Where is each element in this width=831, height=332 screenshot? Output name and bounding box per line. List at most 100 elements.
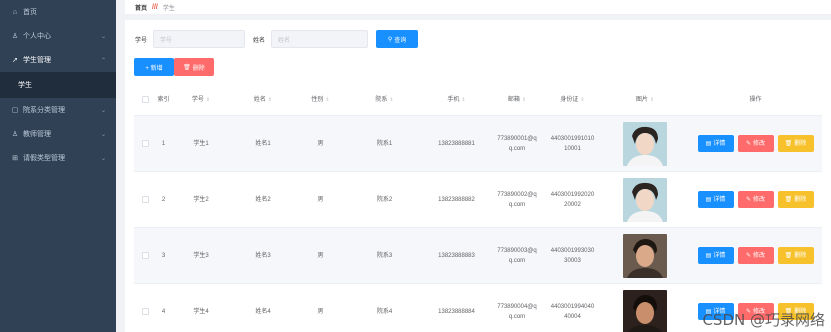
sort-icon: ⇕ [267,96,273,103]
breadcrumb: 首页 /// 学生 [125,0,831,14]
header-xh[interactable]: 学号 ⇕ [171,95,231,105]
home-icon: ⌂ [12,8,18,16]
delete-button[interactable]: 🗑 删除 [777,191,814,208]
student-photo[interactable] [623,233,667,278]
detail-button[interactable]: ▤ 详情 [697,135,734,152]
student-photo[interactable] [623,177,667,222]
watermark: CSDN @巧录网络 [702,311,825,329]
row-checkbox[interactable] [134,252,156,259]
query-button[interactable]: ⚲ 查询 [376,30,419,48]
cell-xb: 男 [317,196,324,203]
delete-button[interactable]: 🗑 删除 [777,247,814,264]
sort-icon: ⇕ [389,96,394,103]
header-sj[interactable]: 手机 ⇕ [423,95,490,105]
header-xb[interactable]: 性别 ⇕ [295,95,346,105]
sidebar-item-department[interactable]: ▢ 院系分类管理 ⌄ [0,98,116,122]
cell-yj: 773890002@q q.com [497,191,537,208]
document-icon: ▤ [705,196,712,203]
header-sfz[interactable]: 身份证 ⇕ [544,95,601,105]
sidebar-item-label: 首页 [23,9,37,16]
sidebar-item-student-mgmt[interactable]: ➚ 学生管理 ⌃ [0,48,116,72]
edit-button[interactable]: ✎ 修改 [737,247,774,264]
submenu-student: 学生 [0,72,116,98]
cell-actions: ▤ 详情 ✎ 修改 🗑 删除 [689,191,822,208]
xm-placeholder: 姓名 [278,37,291,44]
xm-label: 姓名 [253,37,266,44]
detail-button[interactable]: ▤ 详情 [697,247,734,264]
cell-actions: ▤ 详情 ✎ 修改 🗑 删除 [689,247,822,264]
cell-photo [601,177,689,222]
trash-icon: 🗑 [784,252,793,259]
cell-xb: 男 [317,308,324,315]
cell-sj: 13823888883 [438,252,475,259]
xh-placeholder: 学号 [160,37,173,44]
row-checkbox[interactable] [134,308,156,315]
row-checkbox[interactable] [134,140,156,147]
trash-icon: 🗑 [784,140,793,147]
sidebar-item-label: 院系分类管理 [23,107,65,114]
cell-yx: 院系3 [376,252,393,259]
cell-yx: 院系4 [376,308,393,315]
header-xm[interactable]: 姓名 ⇕ [231,95,295,105]
table-row: 2 学生2 姓名2 男 院系2 13823888882 773890002@q q… [134,172,822,228]
add-button[interactable]: + 新增 [134,58,174,76]
sidebar: ⌂ 首页 ♙ 个人中心 ⌄ ➚ 学生管理 ⌃ 学生 ▢ 院系分类管理 ⌄ ♙ 教… [0,0,116,332]
cell-xh: 学生3 [193,252,209,259]
sidebar-item-profile[interactable]: ♙ 个人中心 ⌄ [0,24,116,48]
xm-search-input[interactable]: 姓名 [271,30,369,48]
delete-button[interactable]: 🗑 删除 [777,135,814,152]
header-tp[interactable]: 图片 ⇕ [601,95,689,105]
header-yx[interactable]: 院系 ⇕ [346,95,423,105]
user-icon: ♙ [11,131,19,138]
grid-icon: ⊞ [12,155,18,162]
cell-xm: 姓名4 [255,308,271,315]
cell-yx: 院系2 [376,196,393,203]
cell-sfz: 4403001992020 20002 [550,191,595,208]
sort-icon: ⇕ [649,96,655,103]
edit-button[interactable]: ✎ 修改 [737,135,774,152]
sidebar-item-student[interactable]: 学生 [0,72,116,98]
edit-icon: ✎ [745,140,751,147]
sidebar-item-label: 请假类型管理 [23,155,65,162]
content-panel: 学号 学号 姓名 姓名 ⚲ 查询 + 新增 🗑 删除 索引 学号 ⇕ 姓名 ⇕ … [125,20,831,332]
sidebar-item-teacher[interactable]: ♙ 教师管理 ⌄ [0,122,116,146]
sidebar-item-leave-type[interactable]: ⊞ 请假类型管理 ⌄ [0,146,116,170]
trash-icon: 🗑 [784,196,793,203]
sidebar-item-label: 学生管理 [23,57,51,64]
cell-xm: 姓名3 [255,252,271,259]
sort-icon: ⇕ [205,96,211,103]
cell-photo [601,233,689,278]
cell-xm: 姓名2 [255,196,271,203]
document-icon: ▤ [705,252,712,259]
cell-index: 2 [161,196,166,203]
batch-delete-button[interactable]: 🗑 删除 [174,58,214,76]
chevron-down-icon: ⌄ [101,108,107,114]
select-all-checkbox[interactable] [134,96,156,103]
xh-search-input[interactable]: 学号 [153,30,246,48]
cell-photo [601,121,689,166]
search-form: 学号 学号 姓名 姓名 ⚲ 查询 [135,30,419,48]
document-icon: ▢ [11,107,19,114]
header-yj[interactable]: 邮箱 ⇕ [490,95,544,105]
cell-xh: 学生2 [193,196,209,203]
delete-label: 删除 [192,65,205,72]
student-photo[interactable] [623,289,667,332]
row-checkbox[interactable] [134,196,156,203]
chevron-up-icon: ⌃ [101,58,107,64]
cell-index: 3 [161,252,166,259]
breadcrumb-home[interactable]: 首页 [135,3,147,12]
user-icon: ♙ [11,33,19,40]
cell-yj: 773890001@q q.com [497,135,537,152]
table-row: 3 学生3 姓名3 男 院系3 13823888883 773890003@q q… [134,228,822,284]
sidebar-item-home[interactable]: ⌂ 首页 [0,0,116,24]
cell-sj: 13823888882 [438,196,475,203]
sort-icon: ⇕ [580,96,585,103]
table-header: 索引 学号 ⇕ 姓名 ⇕ 性别 ⇕ 院系 ⇕ 手机 ⇕ 邮箱 ⇕ 身份证 ⇕ 图片 ⇕ 操作 [134,84,822,116]
student-table: 索引 学号 ⇕ 姓名 ⇕ 性别 ⇕ 院系 ⇕ 手机 ⇕ 邮箱 ⇕ 身份证 ⇕ 图片 ⇕ 操作 1… [134,84,822,332]
detail-button[interactable]: ▤ 详情 [697,191,734,208]
cell-sfz: 4403001994040 40004 [550,303,595,320]
edit-button[interactable]: ✎ 修改 [737,191,774,208]
student-photo[interactable] [623,121,667,166]
cell-xm: 姓名1 [255,140,271,147]
cell-sj: 13823888881 [438,140,475,147]
